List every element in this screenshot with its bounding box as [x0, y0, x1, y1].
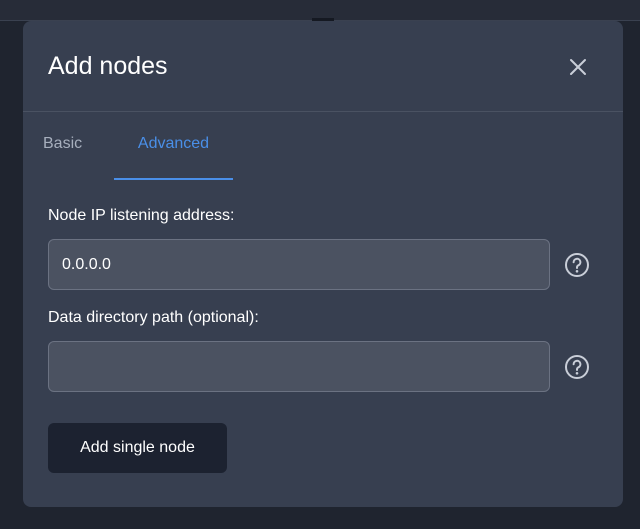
tab-bar: Basic Advanced — [23, 112, 623, 180]
add-single-node-button[interactable]: Add single node — [48, 423, 227, 473]
question-circle-icon[interactable] — [564, 252, 590, 278]
tab-advanced[interactable]: Advanced — [114, 112, 233, 180]
question-circle-icon[interactable] — [564, 354, 590, 380]
background-toolbar — [0, 0, 640, 21]
modal-title: Add nodes — [48, 52, 168, 80]
close-icon — [570, 59, 586, 75]
ip-address-input[interactable] — [48, 239, 550, 290]
data-directory-input[interactable] — [48, 341, 550, 392]
tab-basic[interactable]: Basic — [43, 112, 89, 178]
modal-header: Add nodes — [23, 21, 623, 112]
close-button[interactable] — [563, 52, 593, 82]
data-directory-label: Data directory path (optional): — [48, 309, 259, 326]
ip-address-label: Node IP listening address: — [48, 207, 235, 224]
add-nodes-modal: Add nodes Basic Advanced Node IP listeni… — [23, 21, 623, 507]
